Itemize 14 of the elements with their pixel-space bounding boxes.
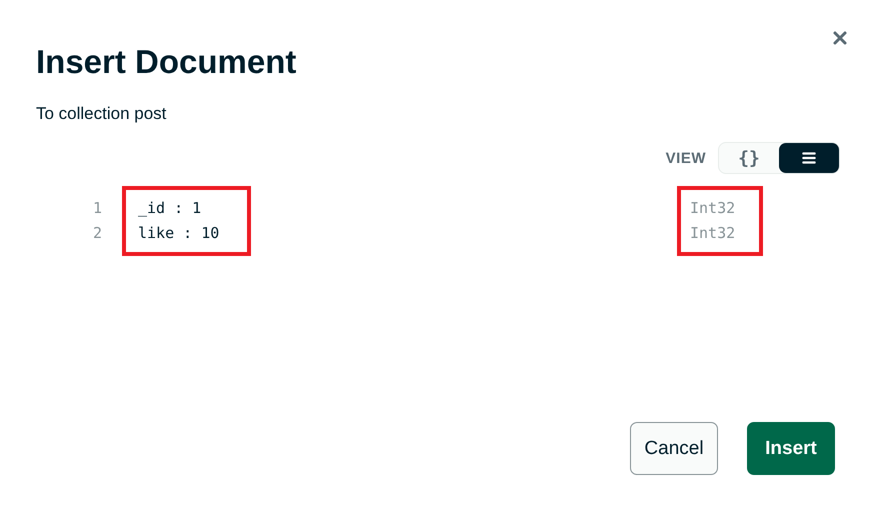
dialog-title: Insert Document	[36, 42, 296, 82]
field-line: like : 10	[138, 223, 220, 244]
field-type: Int32	[690, 223, 736, 244]
line-number: 1	[92, 198, 102, 219]
view-label: VIEW	[666, 150, 706, 166]
cancel-button[interactable]: Cancel	[630, 422, 718, 475]
field-type: Int32	[690, 198, 736, 219]
line-number: 2	[92, 223, 102, 244]
insert-button[interactable]: Insert	[747, 422, 835, 475]
view-option[interactable]	[779, 143, 839, 173]
close-icon	[832, 30, 848, 46]
dialog-subtitle: To collection post	[35, 103, 168, 124]
field-line: _id : 1	[138, 198, 202, 219]
view-option[interactable]: {}	[719, 143, 779, 173]
